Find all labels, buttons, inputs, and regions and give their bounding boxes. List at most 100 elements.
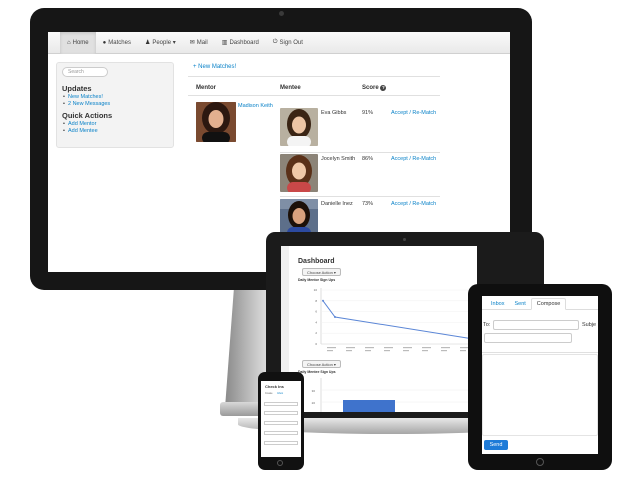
- choose-action-button[interactable]: Choose Action ▾: [302, 268, 341, 276]
- updates-list: New Matches! 2 New Messages: [62, 94, 168, 107]
- nav-home[interactable]: ⌂ Home: [60, 32, 96, 54]
- monitor-camera: [279, 11, 284, 16]
- to-label: To:: [483, 322, 491, 328]
- subject-label: Subje: [582, 322, 597, 328]
- data-point: [322, 299, 324, 302]
- x-tick-mark: [460, 350, 466, 352]
- mentor-photo: [196, 102, 236, 142]
- bar: [343, 400, 395, 412]
- search-input[interactable]: Search: [62, 67, 108, 77]
- phone-field[interactable]: [264, 411, 298, 415]
- phone-field[interactable]: [264, 431, 298, 435]
- mentee-photo: [280, 154, 318, 192]
- match-score: 86%: [362, 156, 374, 162]
- phone-tab-inbox[interactable]: Inbox: [277, 392, 283, 395]
- x-tick-mark: [327, 347, 336, 349]
- x-tick-mark: [403, 350, 409, 352]
- tablet-home-button[interactable]: [536, 458, 544, 466]
- nav-matches[interactable]: ● Matches: [96, 32, 138, 54]
- mentor-column-header: Mentor: [196, 85, 216, 91]
- x-tick-mark: [422, 350, 428, 352]
- x-tick-mark: [346, 350, 352, 352]
- info-icon: ●: [102, 39, 107, 46]
- mentee-column-header: Mentee: [280, 85, 301, 91]
- mail-tabs: Inbox Sent Compose: [482, 296, 598, 310]
- phone-screen: Check Ins Create Inbox: [261, 381, 301, 457]
- phone-field[interactable]: [264, 441, 298, 445]
- x-tick-mark: [365, 350, 371, 352]
- match-score: 91%: [362, 110, 374, 116]
- divider: [280, 196, 440, 197]
- mentor-portrait: [196, 102, 236, 142]
- choose-action-button-2[interactable]: Choose Action ▾: [302, 360, 341, 368]
- phone-field[interactable]: [264, 402, 298, 406]
- y-tick-label: 0: [315, 342, 317, 346]
- mentor-signups-line-chart: 10 8 6 4 2 0: [314, 288, 477, 352]
- quick-actions-list: Add Mentor Add Mentee: [62, 121, 168, 134]
- nav-dashboard[interactable]: ▥ Dashboard: [215, 32, 266, 54]
- phone-home-button[interactable]: [277, 460, 283, 466]
- update-link-messages[interactable]: 2 New Messages: [62, 101, 168, 108]
- x-tick-mark: [422, 347, 431, 349]
- tab-inbox[interactable]: Inbox: [486, 299, 509, 309]
- send-button[interactable]: Send: [484, 440, 508, 450]
- score-label: Score: [362, 85, 379, 91]
- new-matches-link[interactable]: + New Matches!: [193, 64, 236, 70]
- mentee-name: Jocelyn Smith: [321, 156, 356, 162]
- x-tick-mark: [403, 347, 412, 349]
- phone-tab-create[interactable]: Create: [265, 392, 273, 395]
- chart-icon: ▥: [221, 40, 228, 46]
- add-mentee-link[interactable]: Add Mentee: [62, 128, 168, 135]
- to-field[interactable]: [493, 320, 579, 330]
- x-tick-mark: [327, 350, 333, 352]
- power-icon: ⏻: [272, 39, 278, 45]
- accept-rematch-link[interactable]: Accept / Re-Match: [391, 156, 436, 162]
- mentee-name: Danielle Inez: [321, 201, 353, 207]
- x-tick-mark: [441, 350, 447, 352]
- person-icon: ♟: [144, 40, 151, 46]
- top-navbar: ⌂ Home ● Matches ♟ People ▾ ✉ Mail ▥ Das…: [48, 32, 510, 54]
- x-tick-mark: [384, 350, 390, 352]
- divider: [280, 152, 440, 153]
- chart-title: Daily Mentor Sign Ups: [298, 278, 336, 282]
- accept-rematch-link[interactable]: Accept / Re-Match: [391, 110, 436, 116]
- series-line: [322, 300, 472, 340]
- nav-mail[interactable]: ✉ Mail: [183, 32, 215, 54]
- score-column-header: Score ?: [362, 85, 387, 91]
- tablet-screen: Inbox Sent Compose To: Subje Send: [482, 296, 598, 454]
- phone-field[interactable]: [264, 421, 298, 425]
- laptop-screen: Dashboard Choose Action ▾ Daily Mentor S…: [281, 246, 477, 412]
- subject-field[interactable]: [484, 333, 572, 343]
- y-tick-label: 4: [315, 320, 317, 324]
- nav-label: People ▾: [152, 40, 176, 46]
- nav-label: Matches: [108, 39, 131, 46]
- data-point: [334, 316, 336, 318]
- y-tick-label: 20: [312, 401, 316, 405]
- updates-heading: Updates: [62, 84, 92, 93]
- mentee-photo: [280, 108, 318, 146]
- nav-label: Mail: [196, 39, 208, 46]
- mentor-name-link[interactable]: Madison Keith: [238, 103, 273, 109]
- match-score: 73%: [362, 201, 374, 207]
- divider: [482, 352, 598, 353]
- mentee-portrait: [280, 108, 318, 146]
- mentee-signups-bar-chart: 30 20: [312, 378, 477, 412]
- mentee-name: Eva Gibbs: [321, 110, 347, 116]
- dashboard-title: Dashboard: [298, 258, 335, 265]
- nav-people[interactable]: ♟ People ▾: [138, 32, 183, 54]
- home-icon: ⌂: [67, 39, 71, 46]
- divider: [188, 95, 440, 96]
- chart-title-2: Daily Mentee Sign Ups: [298, 370, 336, 374]
- y-tick-label: 2: [315, 331, 317, 335]
- laptop-camera: [403, 238, 406, 241]
- sidebar: Search Updates New Matches! 2 New Messag…: [56, 62, 174, 148]
- nav-sign-out[interactable]: ⏻ Sign Out: [266, 32, 310, 54]
- mail-icon: ✉: [189, 40, 195, 46]
- message-body-field[interactable]: [482, 354, 598, 436]
- check-ins-title: Check Ins: [265, 384, 284, 389]
- x-tick-mark: [441, 347, 450, 349]
- help-icon[interactable]: ?: [380, 85, 387, 91]
- accept-rematch-link[interactable]: Accept / Re-Match: [391, 201, 436, 207]
- tab-compose[interactable]: Compose: [530, 298, 567, 310]
- tab-sent[interactable]: Sent: [509, 299, 530, 309]
